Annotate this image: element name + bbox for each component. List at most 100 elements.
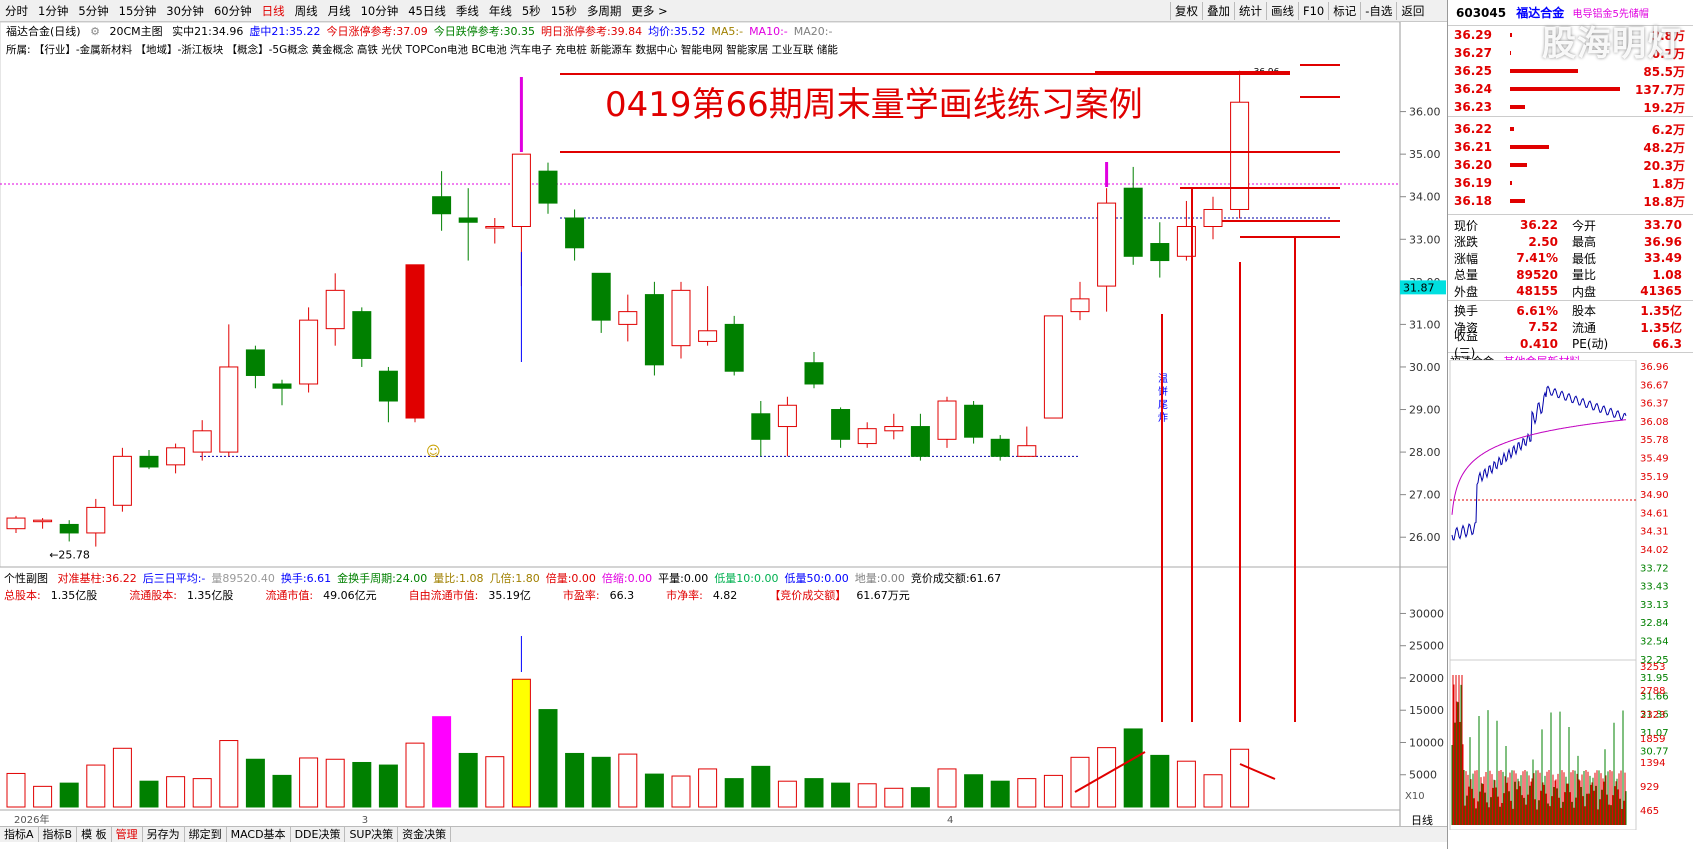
candle: [432, 196, 452, 215]
indicator-tab[interactable]: 管理: [112, 827, 143, 842]
gear-icon[interactable]: ⚙: [90, 25, 100, 38]
order-volume: 85.5万: [1643, 64, 1685, 79]
info-item: 虚中21:35.22: [249, 25, 321, 38]
stat-k: 涨幅: [1454, 251, 1479, 266]
tab-多周期[interactable]: 多周期: [582, 3, 627, 19]
kline-svg[interactable]: 36.0035.0034.0033.0032.0031.0030.0029.00…: [0, 22, 1447, 830]
button-标记[interactable]: 标记: [1328, 1, 1360, 20]
tab-15分钟[interactable]: 15分钟: [114, 3, 162, 19]
tab-季线[interactable]: 季线: [451, 3, 484, 19]
volume-bar: [352, 761, 372, 808]
volume-bar: [857, 783, 877, 808]
stat-row: 涨跌 2.50 最高 36.96: [1448, 234, 1693, 251]
button-F10[interactable]: F10: [1298, 1, 1328, 20]
order-volume-bar: [1510, 33, 1513, 37]
volume-bar: [59, 782, 79, 808]
volume-bar: [671, 775, 691, 808]
stat-val2: 36.96: [1644, 234, 1682, 249]
tab-1分钟[interactable]: 1分钟: [33, 3, 73, 19]
indicator-tab[interactable]: 资金决策: [398, 827, 452, 842]
tab-5分钟[interactable]: 5分钟: [73, 3, 113, 19]
candle: [964, 404, 984, 438]
order-volume-bar: [1510, 199, 1526, 203]
indicator-tab[interactable]: 模 板: [77, 827, 112, 842]
order-volume: 20.3万: [1643, 158, 1685, 173]
tab-60分钟[interactable]: 60分钟: [209, 3, 257, 19]
tab-分时[interactable]: 分时: [0, 3, 33, 19]
volume-bar: [485, 756, 505, 808]
fundamental-item: 【竞价成交额】 61.67万元: [769, 589, 910, 602]
order-price: 36.18: [1454, 194, 1492, 208]
sub-info-item: 后三日平均:-: [142, 572, 206, 585]
kline-chart-area[interactable]: 36.0035.0034.0033.0032.0031.0030.0029.00…: [0, 22, 1447, 830]
stat-k: 现价: [1454, 218, 1479, 233]
sub-info-item: 对准基柱:36.22: [57, 572, 137, 585]
sub-title-line: 个性副图 对准基柱:36.22 后三日平均:- 量89520.40 换手:6.61 金换…: [4, 570, 1013, 586]
order-volume-bar: [1510, 145, 1549, 149]
button-复权[interactable]: 复权: [1170, 1, 1202, 20]
stat-k2: PE(动): [1572, 337, 1609, 352]
stat-val2: 33.49: [1644, 251, 1682, 266]
main-indicator-name[interactable]: 20CM主图: [109, 25, 162, 38]
indicator-tab[interactable]: 绑定到: [185, 827, 227, 842]
candle: [6, 517, 26, 530]
volume-bar: [1150, 754, 1170, 808]
volume-bar: [245, 758, 265, 808]
order-price: 36.20: [1454, 158, 1492, 172]
indicator-tab[interactable]: DDE决策: [291, 827, 346, 842]
candle: [857, 428, 877, 445]
tab-更多 >[interactable]: 更多 >: [626, 3, 672, 19]
tab-45日线[interactable]: 45日线: [403, 3, 451, 19]
candle: [139, 455, 159, 468]
stat-val: 48155: [1516, 284, 1558, 299]
tab-日线[interactable]: 日线: [257, 3, 290, 19]
period-label: 日线: [1411, 813, 1433, 827]
order-price: 36.25: [1454, 64, 1492, 78]
stat-val: 0.410: [1520, 336, 1558, 351]
order-volume: 18.8万: [1643, 194, 1685, 209]
candle: [724, 323, 744, 372]
volume-bar: [166, 776, 186, 808]
volume-bar: [272, 774, 292, 808]
indicator-tab[interactable]: 指标B: [39, 827, 78, 842]
mini-price-tick: 35.78: [1640, 435, 1669, 446]
tab-10分钟[interactable]: 10分钟: [356, 3, 404, 19]
volume-bar: [325, 758, 345, 808]
intraday-mini-chart[interactable]: 36.96 36.67 36.37 36.08 35.78 35.49 35.19 34.90…: [1448, 360, 1693, 830]
volume-bar: [751, 765, 771, 808]
tab-周线[interactable]: 周线: [290, 3, 323, 19]
sub-chart-title: 个性副图: [4, 572, 48, 585]
button-画线[interactable]: 画线: [1266, 1, 1298, 20]
order-volume: 48.2万: [1643, 140, 1685, 155]
volume-bar: [1043, 774, 1063, 808]
volume-bar: [299, 757, 319, 808]
stat-k2: 量比: [1572, 268, 1597, 283]
tab-年线[interactable]: 年线: [484, 3, 517, 19]
stat-row: 总量 89520 量比 1.08: [1448, 267, 1693, 284]
button-统计[interactable]: 统计: [1234, 1, 1266, 20]
indicator-tab[interactable]: SUP决策: [345, 827, 399, 842]
stat-k: 涨跌: [1454, 235, 1479, 250]
indicator-tab[interactable]: 指标A: [0, 827, 39, 842]
order-volume-bar: [1510, 105, 1526, 109]
price-tick-label: 27.00: [1409, 489, 1441, 502]
stat-val: 7.52: [1528, 320, 1558, 335]
stat-val: 6.61%: [1516, 303, 1558, 318]
button-叠加[interactable]: 叠加: [1202, 1, 1234, 20]
candle: [458, 217, 478, 223]
indicator-tab[interactable]: 另存为: [143, 827, 185, 842]
info-item: MA10:-: [749, 25, 788, 38]
indicator-tab[interactable]: MACD基本: [227, 827, 291, 842]
candle: [405, 264, 425, 419]
tab-月线[interactable]: 月线: [323, 3, 356, 19]
fundamental-item: 总股本: 1.35亿股: [4, 589, 98, 602]
tab-30分钟[interactable]: 30分钟: [161, 3, 209, 19]
button--自选[interactable]: -自选: [1360, 1, 1396, 20]
sub-info-item: 地量:0.00: [854, 572, 905, 585]
volume-bar: [724, 778, 744, 808]
info-item: MA20:-: [793, 25, 833, 38]
button-返回[interactable]: 返回: [1396, 1, 1428, 20]
volume-bar: [139, 780, 159, 808]
tab-15秒[interactable]: 15秒: [546, 3, 582, 19]
tab-5秒[interactable]: 5秒: [517, 3, 546, 19]
